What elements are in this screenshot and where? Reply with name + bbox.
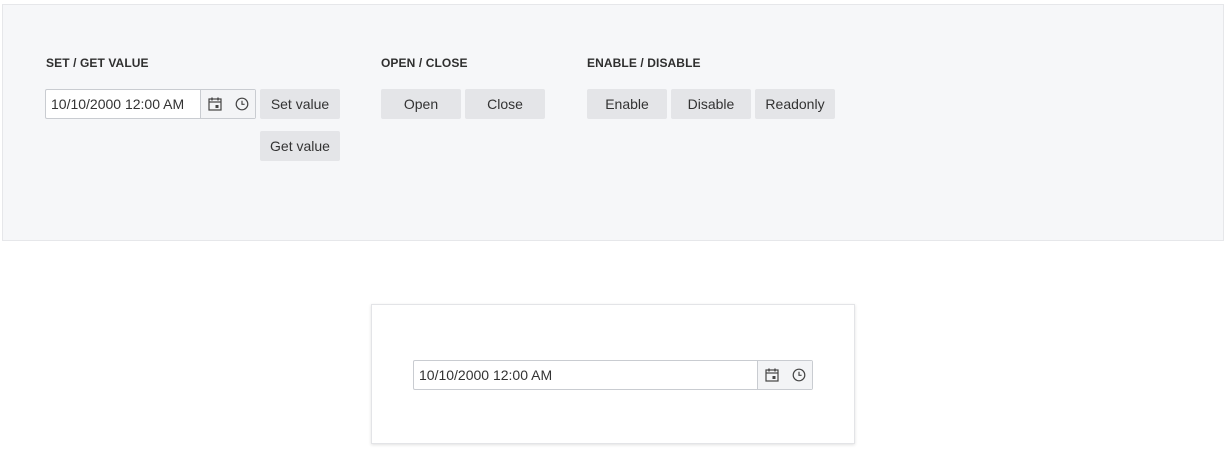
disable-button[interactable]: Disable (671, 89, 751, 119)
clock-icon (792, 368, 806, 382)
demo-picker-buttons (757, 361, 812, 389)
clock-toggle-button[interactable] (228, 90, 255, 118)
readonly-button[interactable]: Readonly (755, 89, 835, 119)
set-value-button[interactable]: Set value (260, 89, 340, 119)
demo-card (371, 304, 855, 444)
clock-icon (235, 97, 249, 111)
config-datetime-input[interactable] (46, 90, 200, 118)
open-button[interactable]: Open (381, 89, 461, 119)
enable-button[interactable]: Enable (587, 89, 667, 119)
demo-datetime-picker[interactable] (413, 360, 813, 390)
demo-datetime-input[interactable] (414, 361, 757, 389)
get-value-button[interactable]: Get value (260, 131, 340, 161)
calendar-icon (764, 368, 779, 382)
config-picker-buttons (200, 90, 255, 118)
demo-calendar-toggle-button[interactable] (758, 361, 785, 389)
config-panel: SET / GET VALUE 10/10/2000 12:00 AM Set … (2, 4, 1224, 241)
calendar-toggle-button[interactable] (201, 90, 228, 118)
demo-clock-toggle-button[interactable] (785, 361, 812, 389)
enable-disable-title: ENABLE / DISABLE (587, 56, 701, 70)
close-button[interactable]: Close (465, 89, 545, 119)
set-get-value-title: SET / GET VALUE (46, 56, 149, 70)
calendar-icon (207, 97, 222, 111)
config-datetime-picker[interactable] (45, 89, 256, 119)
open-close-title: OPEN / CLOSE (381, 56, 468, 70)
